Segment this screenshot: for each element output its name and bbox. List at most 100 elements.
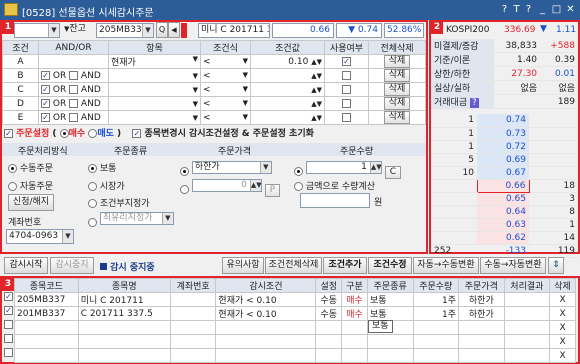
cond-id: E: [2, 110, 39, 125]
bid-price[interactable]: 0.63: [477, 218, 529, 232]
manual-order-option[interactable]: 수동주문: [8, 161, 53, 174]
buy-radio[interactable]: [59, 129, 69, 138]
logic-cell[interactable]: ✓ OR AND: [38, 110, 109, 125]
condition-row: B ✓ OR AND ▼ < ▼ ▲▼ 삭제: [2, 68, 426, 83]
logic-cell[interactable]: ✓ OR AND: [38, 82, 109, 97]
auto-order-option[interactable]: 자동주문: [8, 179, 53, 192]
search-icon[interactable]: Q: [156, 22, 168, 38]
value-cell[interactable]: ▲▼: [250, 96, 325, 111]
bid-price[interactable]: 0.65: [477, 192, 529, 206]
maximize-button[interactable]: □: [550, 3, 563, 16]
price-select-option[interactable]: 하한가 ▼: [180, 161, 272, 177]
quote-stats: 미결제/증감 38,833 +588 기준/이론 1.40 0.39 상한/하한 27.3…: [431, 39, 578, 109]
op-cell[interactable]: < ▼: [200, 82, 251, 97]
price-value-option[interactable]: 0 ▲▼ P: [180, 179, 281, 197]
value-cell[interactable]: ▲▼: [250, 110, 325, 125]
price-title: 주문가격: [218, 147, 252, 157]
logic-cell[interactable]: ✓ OR AND: [38, 68, 109, 83]
type-normal-option[interactable]: 보통: [88, 161, 116, 174]
delete-button[interactable]: 삭제: [368, 96, 426, 111]
qty-title: 주문수량: [340, 147, 374, 157]
delete-button[interactable]: 삭제: [368, 68, 426, 83]
row-checkboxes[interactable]: ✓ ✓: [4, 292, 13, 362]
minimize-button[interactable]: _: [536, 3, 549, 16]
bid-qty: 8: [529, 205, 578, 219]
op-cell[interactable]: < ▼: [200, 96, 251, 111]
use-checkbox[interactable]: [324, 96, 369, 111]
ask-qty: 1: [431, 140, 477, 154]
sell-radio[interactable]: [88, 129, 98, 138]
stat-val2: +588: [540, 39, 578, 53]
delete-button[interactable]: 삭제: [368, 110, 426, 125]
close-button[interactable]: ✕: [564, 3, 577, 16]
type-market-option[interactable]: 시장가: [88, 179, 125, 192]
prev-icon[interactable]: ◀: [168, 22, 180, 38]
qty-option[interactable]: 1 ▲▼ C: [294, 161, 402, 179]
ask-price[interactable]: 0.73: [477, 127, 529, 141]
use-checkbox[interactable]: ✓: [324, 54, 369, 69]
col-header: 조건식: [200, 40, 251, 55]
op-cell[interactable]: < ▼: [200, 68, 251, 83]
op-cell[interactable]: < ▼: [200, 54, 251, 69]
delete-button[interactable]: 삭제: [368, 82, 426, 97]
ask-qty: 1: [431, 114, 477, 128]
ask-price[interactable]: 0.69: [477, 153, 529, 167]
bid-price[interactable]: 0.62: [477, 231, 529, 245]
stop-watch-button[interactable]: 감시중지: [50, 257, 94, 274]
edit-condition-button[interactable]: 조건수정: [368, 257, 412, 274]
notice-button[interactable]: 유의사항: [222, 257, 264, 274]
order-setting-checkbox[interactable]: ✓: [4, 129, 13, 138]
total-ask: 252: [431, 244, 477, 258]
amount-input[interactable]: [300, 193, 370, 208]
item-cell[interactable]: ▼: [108, 110, 201, 125]
stat-key: 거래대금 ?: [431, 94, 494, 109]
delete-row-button[interactable]: X: [549, 292, 576, 307]
delete-row-button[interactable]: X: [549, 306, 576, 321]
op-cell[interactable]: < ▼: [200, 110, 251, 125]
account-select[interactable]: 4704-0963 ▼: [6, 229, 74, 244]
ask-price[interactable]: 0.74: [477, 114, 529, 128]
jango-option[interactable]: ▼잔고: [62, 23, 96, 38]
reset-checkbox[interactable]: ✓: [132, 129, 142, 138]
ask-price[interactable]: 0.72: [477, 140, 529, 154]
ask-price[interactable]: 0.67: [477, 166, 529, 180]
type-conditional-option[interactable]: 조건부지정가: [88, 196, 150, 209]
bid-price[interactable]: 0.66: [476, 178, 530, 193]
order-table: 종목코드 종목명 계좌번호 감시조건 설정 구분 주문종류 주문수량 주문가격 …: [14, 278, 576, 363]
condition-row: A 현재가 ▼ < ▼ 0.10 ▲▼ ✓ 삭제: [2, 54, 426, 69]
auto-to-manual-button[interactable]: 자동→수동변환: [413, 257, 479, 274]
use-checkbox[interactable]: [324, 68, 369, 83]
delete-all-conditions-button[interactable]: 조건전체삭제: [265, 257, 322, 274]
buy-label: 매수: [68, 129, 86, 139]
help-icon[interactable]: ?: [470, 98, 479, 108]
item-cell[interactable]: 현재가 ▼: [108, 54, 201, 69]
table-row[interactable]: 205MB337 미니 C 201711 현재가 < 0.10 수동 매수 보통…: [14, 292, 576, 307]
title-bar: [0528] 선물옵션 시세감시주문 ? T ? _ □ ✕: [0, 0, 580, 20]
add-condition-button[interactable]: 조건추가: [323, 257, 367, 274]
start-watch-button[interactable]: 감시시작: [4, 257, 48, 274]
value-cell[interactable]: ▲▼: [250, 68, 325, 83]
qty-clear-button[interactable]: C: [384, 166, 402, 179]
total-diff: -133: [477, 244, 529, 258]
bid-qty: 14: [529, 231, 578, 245]
question-icon[interactable]: ?: [522, 3, 535, 16]
won-label: 원: [374, 198, 383, 208]
logic-cell[interactable]: ✓ OR AND: [38, 96, 109, 111]
table-row[interactable]: 201MB337 C 201711 337.5 현재가 < 0.10 수동 매수…: [14, 306, 576, 321]
delete-button[interactable]: 삭제: [368, 54, 426, 69]
item-cell[interactable]: ▼: [108, 96, 201, 111]
group-select[interactable]: ▼: [14, 23, 60, 38]
expand-toggle-icon[interactable]: ⇕: [548, 257, 564, 274]
code-input[interactable]: 205MB337 ▼: [96, 23, 154, 38]
manual-to-auto-button[interactable]: 수동→자동변환: [480, 257, 546, 274]
item-cell[interactable]: ▼: [108, 82, 201, 97]
bid-price[interactable]: 0.64: [477, 205, 529, 219]
apply-cancel-button[interactable]: 신청/해지: [8, 194, 54, 211]
type-best-select[interactable]: 최유리지정가 ▼: [88, 212, 174, 228]
value-cell[interactable]: ▲▼: [250, 82, 325, 97]
amount-qty-option[interactable]: 금액으로 수량계산: [294, 179, 375, 192]
use-checkbox[interactable]: [324, 110, 369, 125]
value-cell[interactable]: 0.10 ▲▼: [250, 54, 325, 69]
item-cell[interactable]: ▼: [108, 68, 201, 83]
use-checkbox[interactable]: [324, 82, 369, 97]
